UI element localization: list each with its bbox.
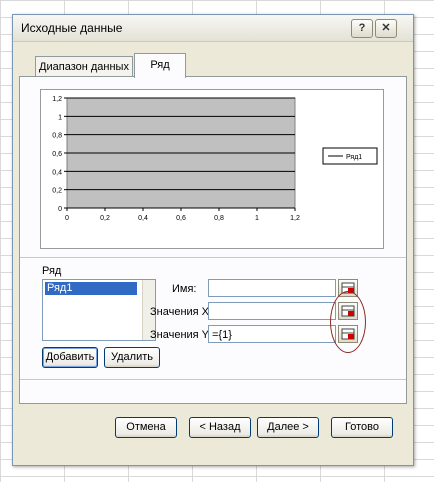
y-tick-label: 0,2 [52, 188, 62, 195]
name-label: Имя: [172, 283, 197, 295]
back-button[interactable]: < Назад [189, 417, 251, 438]
series-group-label: Ряд [42, 265, 62, 277]
close-button[interactable]: ✕ [375, 19, 397, 38]
separator [20, 257, 406, 259]
y-values-label: Значения Y: [150, 329, 212, 341]
y-tick-label: 0,4 [52, 169, 62, 176]
next-button[interactable]: Далее > [257, 417, 319, 438]
separator [20, 379, 406, 381]
source-data-dialog: Исходные данные ? ✕ Диапазон данных Ряд … [12, 14, 414, 466]
y-tick-label: 0,6 [52, 151, 62, 158]
series-list-item[interactable]: Ряд1 [45, 282, 137, 295]
cancel-button[interactable]: Отмена [115, 417, 177, 438]
annotation-ellipse [330, 291, 366, 353]
title-bar: Исходные данные ? ✕ [13, 15, 413, 42]
x-tick-label: 0 [65, 215, 69, 222]
tab-series[interactable]: Ряд [134, 53, 186, 78]
y-tick-label: 0 [58, 206, 62, 213]
x-values-field[interactable] [208, 302, 336, 320]
series-list[interactable]: Ряд1 [42, 279, 156, 341]
x-tick-label: 1,2 [290, 215, 300, 222]
help-button[interactable]: ? [351, 19, 373, 38]
y-tick-label: 1,2 [52, 96, 62, 103]
remove-series-button[interactable]: Удалить [104, 347, 160, 368]
x-values-label: Значения X: [150, 306, 213, 318]
chart-preview: 0 0,2 0,4 0,6 0,8 1 1,2 0 0,2 0,4 0,6 0,8 1 1,2 Ряд1 [40, 89, 384, 249]
add-series-button[interactable]: Добавить [42, 347, 98, 368]
x-tick-label: 0,8 [214, 215, 224, 222]
finish-button[interactable]: Готово [331, 417, 393, 438]
y-tick-label: 0,8 [52, 133, 62, 140]
tab-data-range[interactable]: Диапазон данных [35, 56, 133, 77]
x-tick-label: 0,4 [138, 215, 148, 222]
x-tick-label: 0,6 [176, 215, 186, 222]
dialog-title: Исходные данные [21, 21, 123, 35]
name-field[interactable] [208, 279, 336, 297]
legend-label: Ряд1 [346, 154, 362, 161]
series-tab-panel: 0 0,2 0,4 0,6 0,8 1 1,2 0 0,2 0,4 0,6 0,8 1 1,2 Ряд1 Р… [19, 76, 407, 404]
y-values-field[interactable]: ={1} [208, 325, 336, 343]
x-tick-label: 1 [255, 215, 259, 222]
chart-svg: 0 0,2 0,4 0,6 0,8 1 1,2 0 0,2 0,4 0,6 0,8 1 1,2 Ряд1 [52, 96, 378, 222]
y-tick-label: 1 [58, 114, 62, 121]
x-tick-label: 0,2 [100, 215, 110, 222]
